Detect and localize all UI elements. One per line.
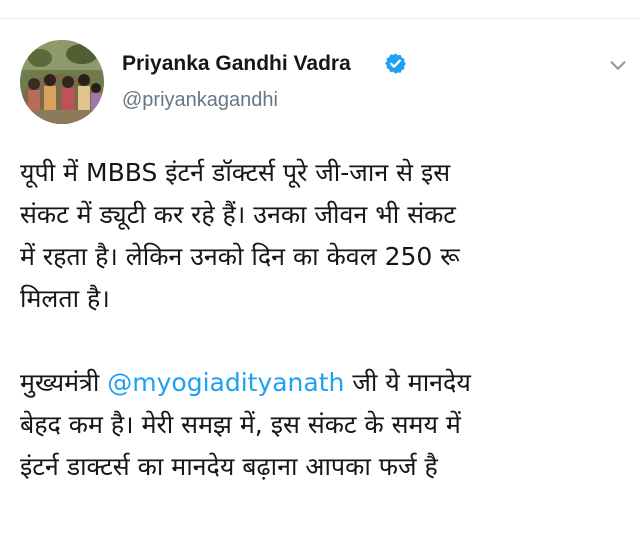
author-handle[interactable]: @priyankagandhi bbox=[122, 89, 278, 112]
tweet-line: मिलता है। bbox=[20, 284, 110, 313]
tweet-line-prefix: मुख्यमंत्री bbox=[20, 368, 108, 397]
verified-badge-icon bbox=[385, 53, 406, 74]
mention-link[interactable]: @myogiadityanath bbox=[107, 368, 344, 397]
tweet-line: में रहता है। लेकिन उनको दिन का केवल 250 … bbox=[20, 242, 460, 271]
author-name[interactable]: Priyanka Gandhi Vadra bbox=[122, 52, 351, 76]
tweet-line: यूपी में MBBS इंटर्न डॉक्टर्स पूरे जी-जा… bbox=[20, 158, 451, 187]
tweet-paragraph-2: मुख्यमंत्री @myogiadityanath जी ये मानदे… bbox=[20, 362, 632, 488]
tweet-card: Priyanka Gandhi Vadra @priyankagandhi यू… bbox=[0, 0, 640, 560]
tweet-paragraph-1: यूपी में MBBS इंटर्न डॉक्टर्स पूरे जी-जा… bbox=[20, 152, 632, 320]
tweet-line: मुख्यमंत्री @myogiadityanath जी ये मानदे… bbox=[20, 362, 632, 404]
avatar-photo bbox=[20, 40, 104, 124]
tweet-line: बेहद कम है। मेरी समझ में, इस संकट के समय… bbox=[20, 410, 461, 439]
tweet-line: इंटर्न डाक्टर्स का मानदेय बढ़ाना आपका फर… bbox=[20, 452, 438, 481]
tweet-line-suffix: जी ये मानदेय bbox=[344, 368, 471, 397]
tweet-line: संकट में ड्यूटी कर रहे हैं। उनका जीवन भी… bbox=[20, 200, 456, 229]
chevron-down-icon[interactable] bbox=[607, 54, 629, 76]
avatar[interactable] bbox=[20, 40, 104, 124]
tweet-text: यूपी में MBBS इंटर्न डॉक्टर्स पूरे जी-जा… bbox=[20, 152, 632, 488]
